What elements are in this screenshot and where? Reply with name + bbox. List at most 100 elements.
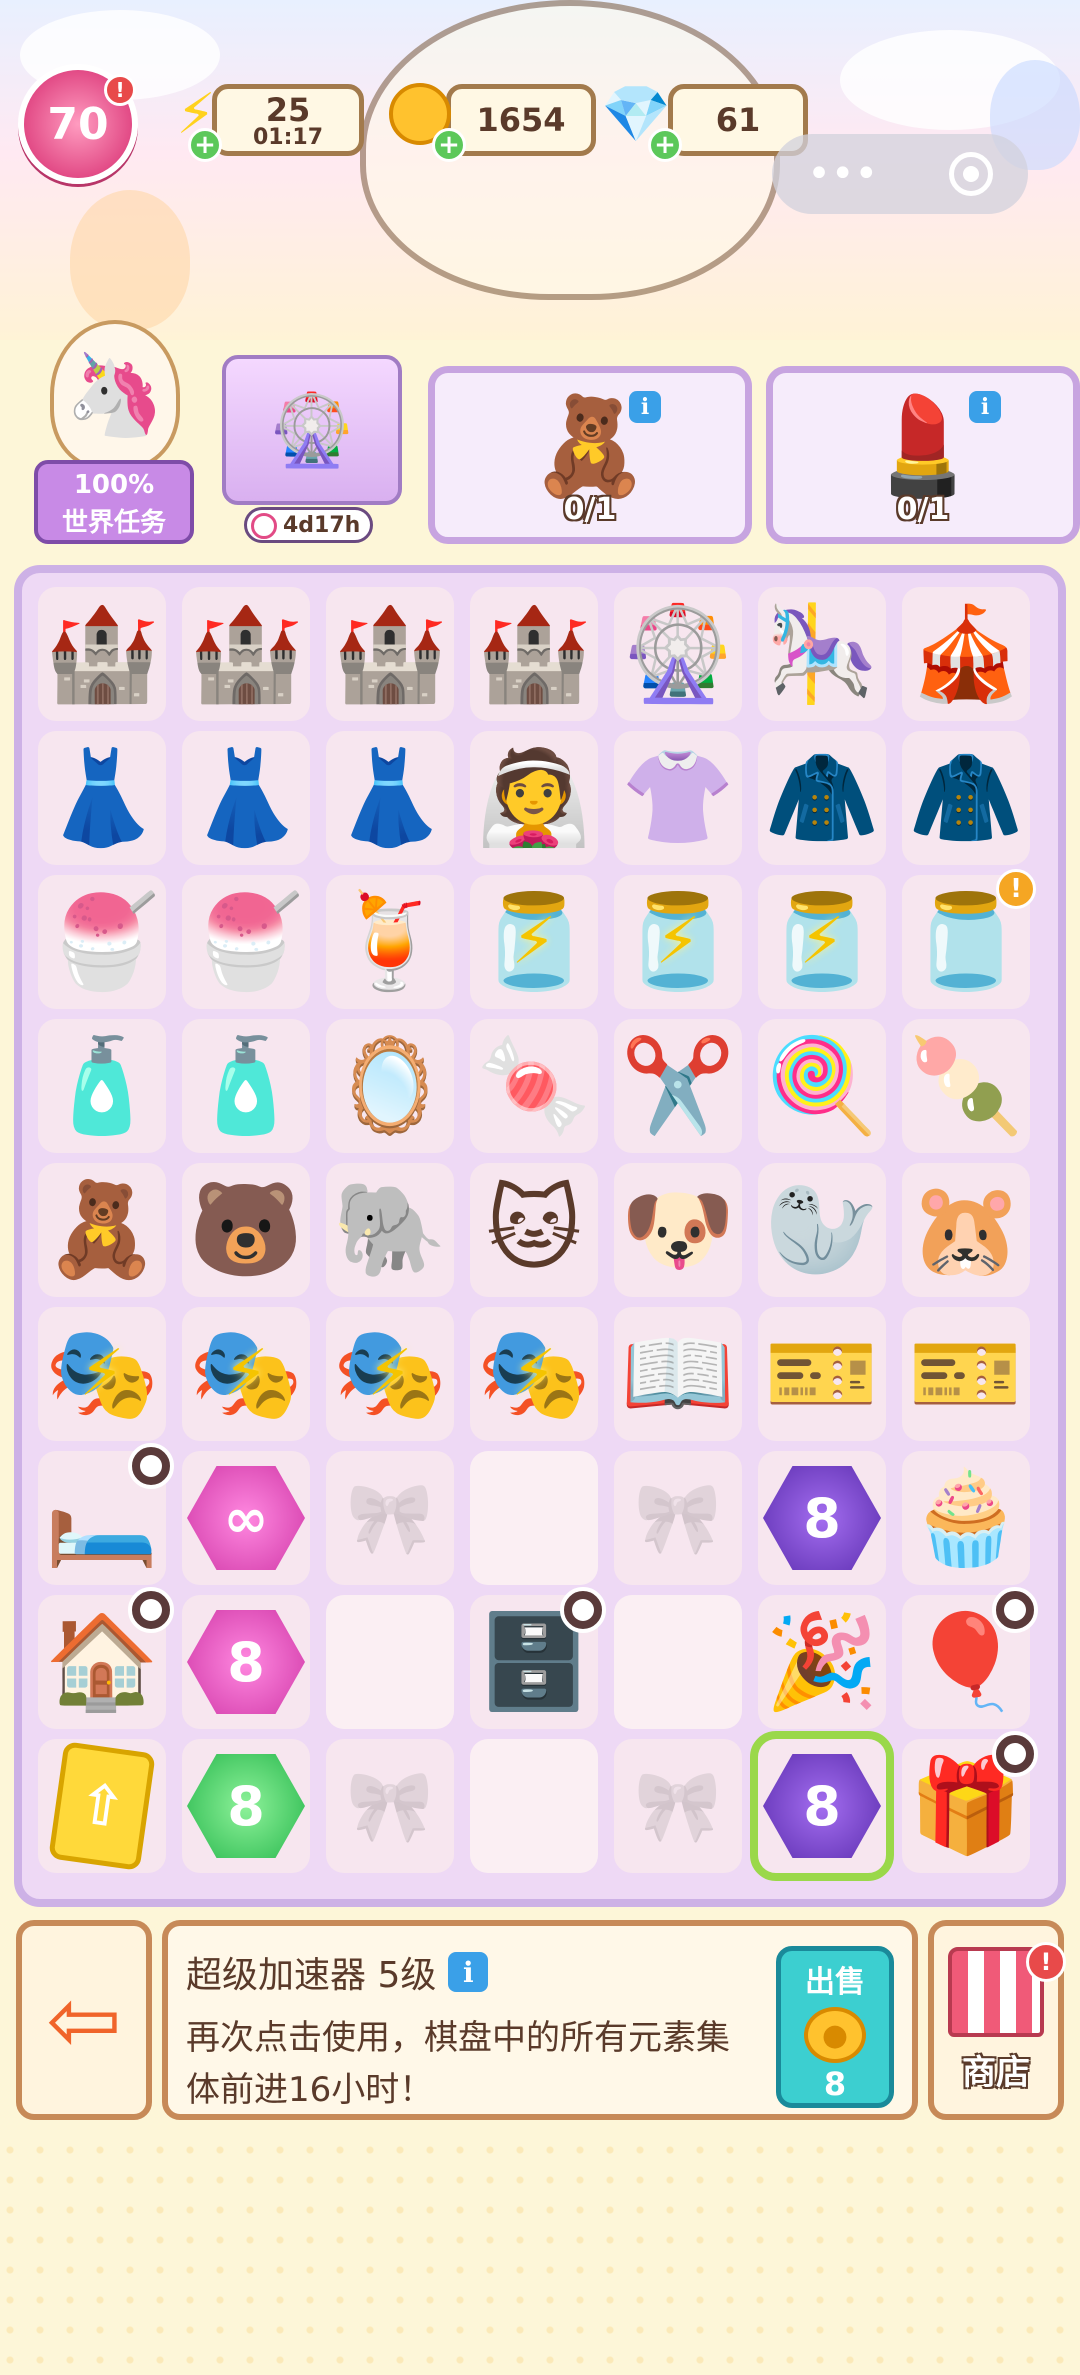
board-cell[interactable]: 🧥 (902, 731, 1030, 865)
board-cell[interactable]: 🧸 (38, 1163, 166, 1297)
add-energy-button[interactable]: + (188, 128, 222, 162)
board-cell[interactable]: 🎠 (758, 587, 886, 721)
add-coins-button[interactable]: + (432, 128, 466, 162)
board-cell[interactable]: 🎭 ⚡ (38, 1307, 166, 1441)
info-icon[interactable]: i (448, 1952, 489, 1992)
merge-item-icon: 🍧 (188, 888, 304, 995)
board-cell[interactable]: 🍧 (182, 875, 310, 1009)
board-cell[interactable]: 🫙 ⚡ (470, 875, 598, 1009)
board-cell[interactable]: 🐘 (326, 1163, 454, 1297)
board-cell[interactable] (470, 1739, 598, 1873)
board-cell[interactable]: 👗 (38, 731, 166, 865)
order-card-lipstick[interactable]: 💄 i 0/1 (766, 366, 1080, 544)
board-cell[interactable]: ⇧ (38, 1739, 166, 1873)
board-cell[interactable]: 🎭 ⚡ (182, 1307, 310, 1441)
board-cell[interactable]: 🎪 (902, 587, 1030, 721)
info-icon[interactable]: i (969, 391, 1001, 423)
board-cell[interactable]: 🍹 (326, 875, 454, 1009)
hourglass-booster-icon: 8 (187, 1610, 305, 1714)
board-cell[interactable]: 🧥 (758, 731, 886, 865)
board-cell[interactable]: 🏰 (182, 587, 310, 721)
merge-board: 🏰 🏰 🏰 🏰 🎡 🎠 🎪 👗 👗 👗 👰 👚 🧥 🧥 🍧 🍧 🍹 🫙 ⚡ 🫙 ⚡ 🫙 ⚡ 🫙! 🧴 🧴 🪞 🍬 ✂️ 🍭 🍡 🧸 🐻 🐘 🐱 🐶 🦭 🐹… (14, 565, 1066, 1907)
board-cell[interactable]: 🎀 (326, 1739, 454, 1873)
merge-item-icon: 🫙 (908, 888, 1024, 995)
board-cell[interactable]: 🫙! (902, 869, 1036, 1009)
board-cell[interactable]: 🎫 (902, 1307, 1030, 1441)
shop-notification-badge: ! (1026, 1942, 1066, 1982)
amusement-park-icon: 🎡 (222, 355, 402, 505)
board-cell[interactable]: 🐹 (902, 1163, 1030, 1297)
board-cell[interactable] (614, 1595, 742, 1729)
board-cell[interactable]: 🫙 ⚡ (614, 875, 742, 1009)
board-cell[interactable]: 🏰 (38, 587, 166, 721)
board-cell[interactable]: 🎉 (758, 1595, 886, 1729)
board-cell[interactable]: 🧁 (902, 1451, 1030, 1585)
more-menu-button[interactable]: ••• (807, 151, 878, 197)
board-cell[interactable]: 👗 (326, 731, 454, 865)
board-cell[interactable]: 🍬 (470, 1019, 598, 1153)
energy-bolt-icon: ⚡ (655, 905, 701, 979)
item-title: 超级加速器 5级 (186, 1955, 437, 1996)
merge-item-icon: 👰 (476, 744, 592, 851)
board-cell[interactable]: 🎀 (614, 1739, 742, 1873)
board-grid: 🏰 🏰 🏰 🏰 🎡 🎠 🎪 👗 👗 👗 👰 👚 🧥 🧥 🍧 🍧 🍹 🫙 ⚡ 🫙 ⚡ 🫙 ⚡ 🫙! 🧴 🧴 🪞 🍬 ✂️ 🍭 🍡 🧸 🐻 🐘 🐱 🐶 🦭 🐹… (38, 587, 1038, 1881)
shop-button[interactable]: 商店 ! (928, 1920, 1066, 2120)
board-cell[interactable]: 8 (182, 1739, 310, 1873)
board-cell[interactable]: 🗄️ (470, 1587, 606, 1729)
hourglass-booster-icon: ∞ (187, 1466, 305, 1570)
board-cell[interactable]: 🐶 (614, 1163, 742, 1297)
board-cell[interactable]: 🦭 (758, 1163, 886, 1297)
board-cell[interactable]: 🎫 (758, 1307, 886, 1441)
board-cell[interactable]: 🎭 ⚡ (326, 1307, 454, 1441)
board-cell[interactable]: 🪞 (326, 1019, 454, 1153)
board-cell[interactable]: 🫙 ⚡ (758, 875, 886, 1009)
board-cell[interactable]: 👰 (470, 731, 598, 865)
timer-clock-icon (992, 1731, 1038, 1777)
board-cell[interactable]: 📖 (614, 1307, 742, 1441)
board-cell[interactable]: 8 (182, 1595, 310, 1729)
board-cell[interactable]: 8 (750, 1731, 894, 1881)
event-card[interactable]: 🎡 4d17h (222, 355, 402, 543)
board-cell[interactable]: 👗 (182, 731, 310, 865)
board-cell[interactable]: 🎭 ⚡ (470, 1307, 598, 1441)
board-cell[interactable]: 👚 (614, 731, 742, 865)
close-target-icon[interactable] (948, 152, 993, 196)
item-info-panel: 超级加速器 5级 i 再次点击使用，棋盘中的所有元素集体前进16小时！ 出售 ●… (162, 1920, 918, 2120)
board-cell[interactable]: 🍡 (902, 1019, 1030, 1153)
board-cell[interactable]: 🐻 (182, 1163, 310, 1297)
merge-item-icon: 🐻 (188, 1176, 304, 1283)
board-cell[interactable] (326, 1595, 454, 1729)
merge-item-icon: 🪞 (332, 1032, 448, 1139)
mini-program-capsule[interactable]: ••• (772, 134, 1028, 214)
board-cell[interactable]: 8 (758, 1451, 886, 1585)
exit-button[interactable]: ⇦ (16, 1920, 152, 2120)
world-task-button[interactable]: 🦄 100% 世界任务 (30, 320, 200, 550)
board-cell[interactable]: ∞ (182, 1451, 310, 1585)
level-notification-badge: ! (104, 74, 136, 106)
order-card-bear[interactable]: 🧸 i 0/1 (428, 366, 752, 544)
board-cell[interactable]: 🎀 (326, 1451, 454, 1585)
board-cell[interactable]: 🍭 (758, 1019, 886, 1153)
board-cell[interactable]: 🛏️ (38, 1443, 174, 1585)
board-cell[interactable]: 🎈 (902, 1587, 1038, 1729)
board-cell[interactable]: 🎡 (614, 587, 742, 721)
board-cell[interactable]: 🏰 (470, 587, 598, 721)
board-cell[interactable]: 🎀 (614, 1451, 742, 1585)
timer-clock-icon (992, 1587, 1038, 1633)
add-gems-button[interactable]: + (648, 128, 682, 162)
board-cell[interactable]: 🧴 (182, 1019, 310, 1153)
board-cell[interactable]: 🏠 (38, 1587, 174, 1729)
info-icon[interactable]: i (629, 391, 661, 423)
player-level-badge[interactable]: 70 ! (18, 64, 138, 184)
merge-item-icon: 👚 (620, 744, 736, 851)
merge-item-icon: 🧸 (44, 1176, 160, 1283)
board-cell[interactable]: 🐱 (470, 1163, 598, 1297)
board-cell[interactable]: 🍧 (38, 875, 166, 1009)
board-cell[interactable]: 🎁 (902, 1731, 1038, 1873)
merge-item-icon: 🧴 (44, 1032, 160, 1139)
sell-button[interactable]: 出售 ● 8 (776, 1946, 894, 2108)
board-cell[interactable]: 🧴 (38, 1019, 166, 1153)
board-cell[interactable] (470, 1451, 598, 1585)
board-cell[interactable]: ✂️ (614, 1019, 742, 1153)
board-cell[interactable]: 🏰 (326, 587, 454, 721)
